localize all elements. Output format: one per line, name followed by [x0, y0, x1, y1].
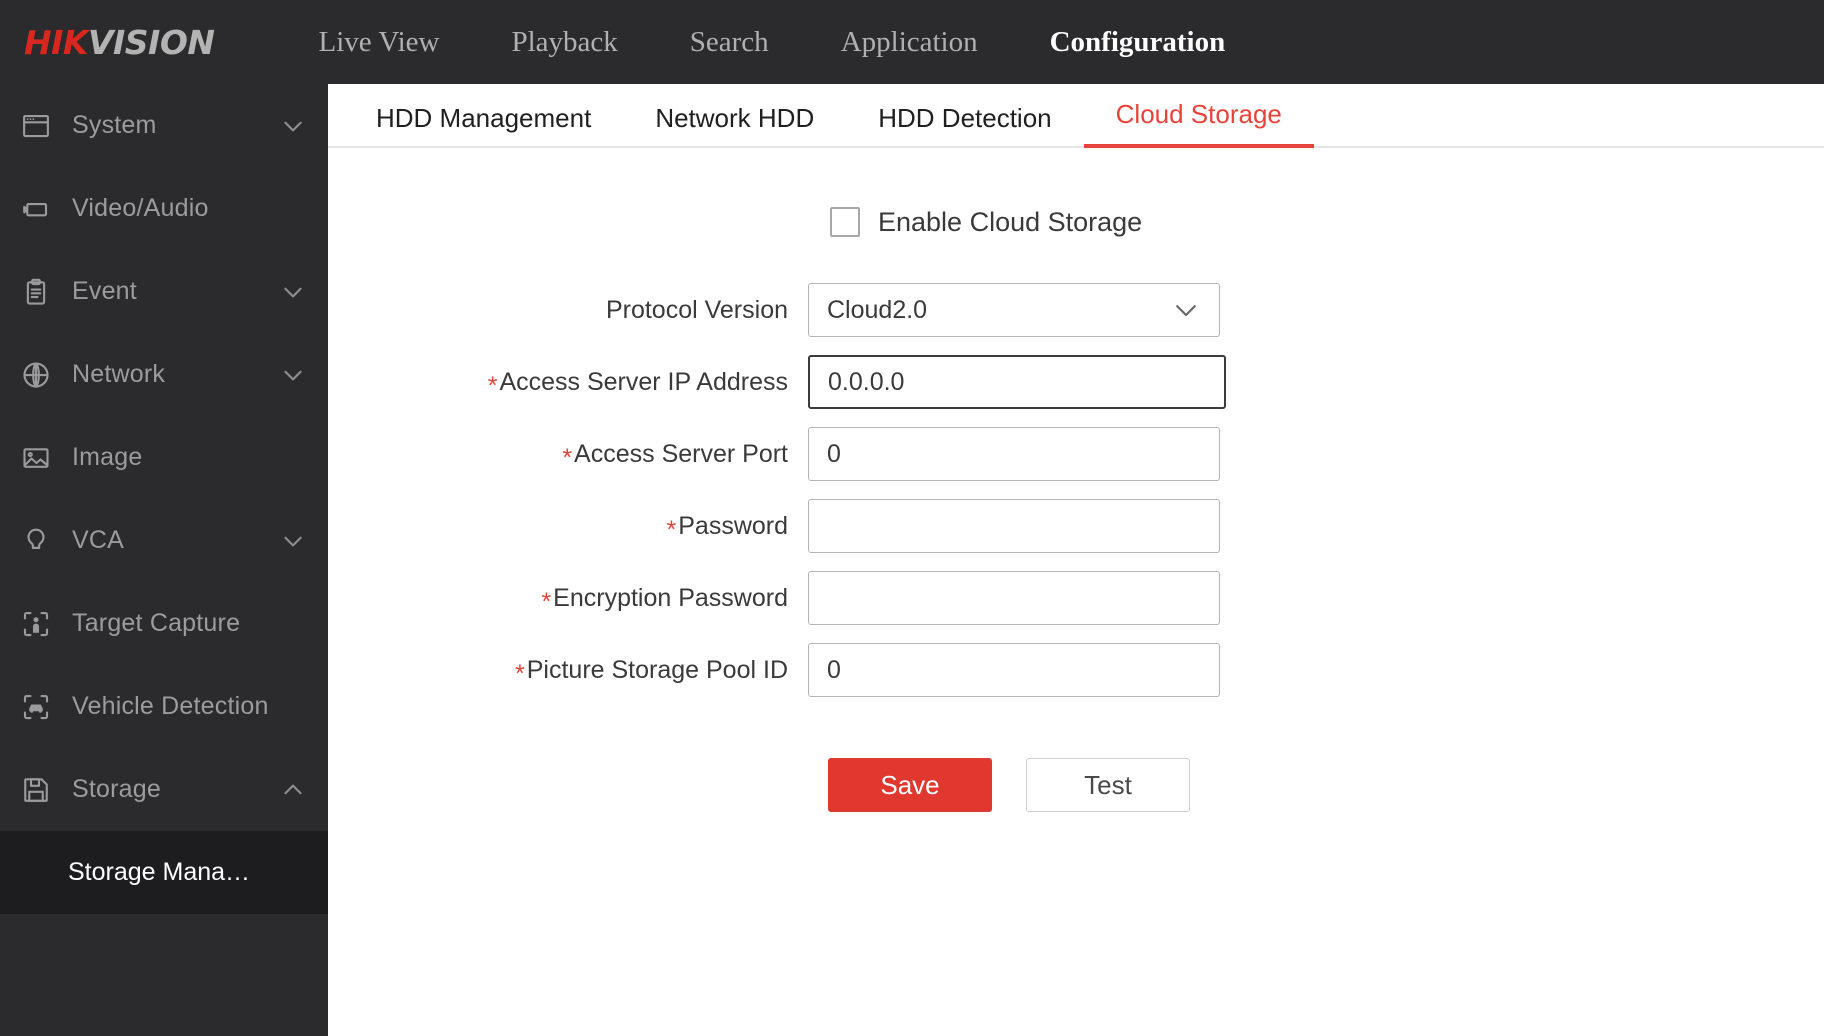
field-label-encryption-password: * Encryption Password — [328, 583, 808, 616]
label-text: Picture Storage Pool ID — [526, 655, 788, 684]
sidebar-item-label: Storage — [72, 775, 161, 803]
main-content: HDD Management Network HDD HDD Detection Cl… — [328, 84, 1824, 1036]
sidebar-item-label: Event — [72, 277, 137, 305]
sidebar-item-image[interactable]: Image — [0, 416, 328, 499]
form-row-password: * Password — [328, 490, 1824, 562]
tab-network-hdd[interactable]: Network HDD — [623, 103, 846, 148]
sidebar-item-system[interactable]: System — [0, 84, 328, 167]
field-label-picture-storage-pool-id: * Picture Storage Pool ID — [328, 655, 808, 688]
required-asterisk: * — [666, 515, 677, 544]
sidebar-item-label: System — [72, 111, 157, 139]
field-value: 0.0.0.0 — [828, 367, 905, 396]
cloud-storage-form: Enable Cloud Storage Protocol Version Clo… — [328, 148, 1824, 812]
chevron-down-icon[interactable] — [1171, 295, 1201, 325]
sidebar-item-video-audio[interactable]: Video/Audio — [0, 167, 328, 250]
floppy-disk-icon — [10, 775, 62, 805]
field-value: Cloud2.0 — [827, 295, 928, 324]
sidebar-item-network[interactable]: Network — [0, 333, 328, 416]
sidebar-item-target-capture[interactable]: Target Capture — [0, 582, 328, 665]
label-text: Access Server IP Address — [499, 367, 788, 396]
required-asterisk: * — [515, 659, 525, 688]
tab-hdd-management[interactable]: HDD Management — [344, 103, 623, 148]
video-camera-icon — [10, 194, 62, 224]
sidebar-item-label: Image — [72, 443, 143, 471]
select-protocol-version[interactable]: Cloud2.0 — [808, 283, 1220, 337]
tab-hdd-detection[interactable]: HDD Detection — [846, 103, 1083, 148]
nav-item-application[interactable]: Application — [805, 0, 1014, 84]
form-row-access-server-ip-address: * Access Server IP Address 0.0.0.0 — [328, 346, 1824, 418]
sidebar-item-label: VCA — [72, 526, 125, 554]
input-picture-storage-pool-id[interactable]: 0 — [808, 643, 1220, 697]
sidebar-subitem-label: Storage Mana… — [68, 858, 251, 886]
hikvision-logo[interactable]: HIKVISION — [24, 23, 215, 62]
button-row: Save Test — [328, 758, 1824, 812]
chevron-down-icon[interactable] — [280, 362, 306, 388]
label-text: Protocol Version — [605, 295, 788, 324]
label-text: Password — [678, 511, 788, 540]
sidebar-item-storage[interactable]: Storage — [0, 748, 328, 831]
tab-cloud-storage[interactable]: Cloud Storage — [1083, 99, 1314, 148]
sidebar-item-event[interactable]: Event — [0, 250, 328, 333]
input-encryption-password[interactable] — [808, 571, 1220, 625]
chevron-down-icon[interactable] — [280, 279, 306, 305]
enable-cloud-storage-label: Enable Cloud Storage — [878, 206, 1143, 237]
form-row-encryption-password: * Encryption Password — [328, 562, 1824, 634]
picture-icon — [10, 443, 62, 473]
sidebar-item-label: Video/Audio — [72, 194, 209, 222]
person-capture-icon — [10, 609, 62, 639]
chevron-down-icon[interactable] — [280, 113, 306, 139]
form-row-access-server-port: * Access Server Port 0 — [328, 418, 1824, 490]
sidebar-item-label: Target Capture — [72, 609, 241, 637]
input-access-server-port[interactable]: 0 — [808, 427, 1220, 481]
form-row-protocol-version: Protocol Version Cloud2.0 — [328, 274, 1824, 346]
enable-cloud-storage-row: Enable Cloud Storage — [328, 192, 1824, 252]
tab-bar: HDD Management Network HDD HDD Detection Cl… — [328, 84, 1824, 148]
test-button[interactable]: Test — [1026, 758, 1190, 812]
nav-item-configuration[interactable]: Configuration — [1014, 0, 1262, 84]
logo-prefix: HIK — [24, 22, 88, 62]
sidebar-subitem-storage-management[interactable]: Storage Mana… — [0, 831, 328, 914]
label-text: Access Server Port — [574, 439, 788, 468]
nav-item-live-view[interactable]: Live View — [283, 0, 476, 84]
save-button[interactable]: Save — [828, 758, 992, 812]
input-password[interactable] — [808, 499, 1220, 553]
field-label-access-server-port: * Access Server Port — [328, 439, 808, 472]
sidebar-item-vca[interactable]: VCA — [0, 499, 328, 582]
lightbulb-icon — [10, 526, 62, 556]
sidebar-item-label: Network — [72, 360, 166, 388]
chevron-down-icon[interactable] — [280, 528, 306, 554]
nav-item-search[interactable]: Search — [654, 0, 805, 84]
required-asterisk: * — [541, 587, 552, 616]
field-label-access-server-ip-address: * Access Server IP Address — [328, 367, 808, 400]
main-nav: Live View Playback Search Application Config… — [283, 0, 1262, 84]
nav-item-playback[interactable]: Playback — [475, 0, 653, 84]
label-text: Encryption Password — [553, 583, 788, 612]
clipboard-icon — [10, 277, 62, 307]
top-bar: HIKVISION Live View Playback Search Applica… — [0, 0, 1824, 84]
sidebar: System Video/Audio Event Network Image VCA Tar… — [0, 84, 328, 1036]
field-label-password: * Password — [328, 511, 808, 544]
sidebar-item-vehicle-detection[interactable]: Vehicle Detection — [0, 665, 328, 748]
field-value: 0 — [827, 439, 841, 468]
field-value: 0 — [827, 655, 841, 684]
input-access-server-ip-address[interactable]: 0.0.0.0 — [808, 355, 1226, 409]
enable-cloud-storage-checkbox[interactable] — [830, 207, 860, 237]
required-asterisk: * — [562, 443, 573, 472]
field-label-protocol-version: Protocol Version — [328, 296, 808, 325]
globe-icon — [10, 360, 62, 390]
sidebar-item-label: Vehicle Detection — [72, 692, 269, 720]
required-asterisk: * — [487, 371, 498, 400]
form-row-picture-storage-pool-id: * Picture Storage Pool ID 0 — [328, 634, 1824, 706]
window-icon — [10, 111, 62, 141]
chevron-up-icon[interactable] — [280, 777, 306, 803]
vehicle-capture-icon — [10, 692, 62, 722]
logo-suffix: VISION — [87, 22, 215, 62]
form-rows: Protocol Version Cloud2.0 * Access Server I… — [328, 274, 1824, 706]
